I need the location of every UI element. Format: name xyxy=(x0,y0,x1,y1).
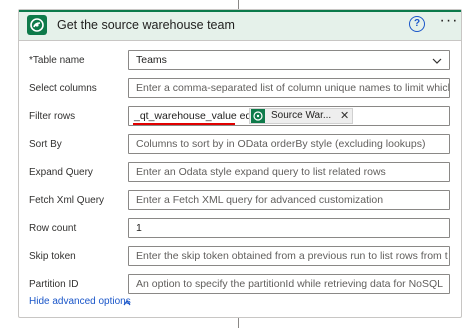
select-columns-input[interactable]: Enter a comma-separated list of column u… xyxy=(128,78,450,98)
header-accent-bar xyxy=(19,10,461,12)
field-row-partition-id: Partition ID An option to specify the pa… xyxy=(19,274,461,298)
expand-query-input[interactable]: Enter an Odata style expand query to lis… xyxy=(128,162,450,182)
field-label: Select columns xyxy=(29,83,97,94)
sort-by-input[interactable]: Columns to sort by in OData orderBy styl… xyxy=(128,134,450,154)
hide-advanced-options-link[interactable]: Hide advanced options xyxy=(29,296,131,307)
chevron-down-icon[interactable] xyxy=(431,55,443,67)
dynamic-content-token[interactable]: Source War... ✕ xyxy=(249,108,353,124)
more-options-icon[interactable]: ··· xyxy=(439,13,459,34)
field-label: Skip token xyxy=(29,251,76,262)
action-card: Get the source warehouse team ? ··· *Tab… xyxy=(18,9,462,318)
skip-token-input[interactable]: Enter the skip token obtained from a pre… xyxy=(128,246,450,266)
field-label: Fetch Xml Query xyxy=(29,195,105,206)
row-count-input[interactable]: 1 xyxy=(128,218,450,238)
chevron-up-icon xyxy=(123,300,131,306)
field-label: Partition ID xyxy=(29,279,79,290)
field-label-text: Table name xyxy=(32,55,85,66)
highlight-underline xyxy=(133,123,235,125)
field-row-filter-rows: Filter rows _qt_warehouse_value eq Sourc… xyxy=(19,106,461,130)
field-label: Row count xyxy=(29,223,77,234)
action-header[interactable]: Get the source warehouse team ? ··· xyxy=(19,10,461,41)
field-row-expand-query: Expand Query Enter an Odata style expand… xyxy=(19,162,461,186)
field-placeholder: Enter a Fetch XML query for advanced cus… xyxy=(136,194,384,206)
field-label: Expand Query xyxy=(29,167,93,178)
action-title[interactable]: Get the source warehouse team xyxy=(57,18,235,32)
field-label: *Table name xyxy=(29,55,85,66)
dataverse-logo-icon xyxy=(251,109,265,123)
flow-connector-top xyxy=(238,0,239,9)
field-row-row-count: Row count 1 xyxy=(19,218,461,242)
field-row-sort-by: Sort By Columns to sort by in OData orde… xyxy=(19,134,461,158)
filter-expression: _qt_warehouse_value eq xyxy=(134,110,252,122)
table-name-value: Teams xyxy=(136,54,167,66)
filter-rows-input[interactable]: _qt_warehouse_value eq Source War... ✕ xyxy=(128,106,450,126)
field-placeholder: Enter an Odata style expand query to lis… xyxy=(136,166,386,178)
partition-id-input[interactable]: An option to specify the partitionId whi… xyxy=(128,274,450,294)
field-row-fetch-xml-query: Fetch Xml Query Enter a Fetch XML query … xyxy=(19,190,461,214)
help-icon[interactable]: ? xyxy=(409,16,425,32)
field-placeholder: Columns to sort by in OData orderBy styl… xyxy=(136,138,426,150)
advanced-toggle-label: Hide advanced options xyxy=(29,296,131,307)
fetch-xml-query-input[interactable]: Enter a Fetch XML query for advanced cus… xyxy=(128,190,450,210)
field-placeholder: Enter the skip token obtained from a pre… xyxy=(136,250,448,262)
dataverse-logo-icon xyxy=(27,15,47,35)
field-row-skip-token: Skip token Enter the skip token obtained… xyxy=(19,246,461,270)
field-placeholder: An option to specify the partitionId whi… xyxy=(136,278,444,290)
field-placeholder: Enter a comma-separated list of column u… xyxy=(136,82,450,94)
field-label: Sort By xyxy=(29,139,62,150)
token-label: Source War... xyxy=(271,110,332,121)
table-name-dropdown[interactable]: Teams xyxy=(128,50,450,70)
field-label: Filter rows xyxy=(29,111,76,122)
flow-connector-bottom xyxy=(238,318,239,328)
row-count-value: 1 xyxy=(136,222,142,234)
close-icon[interactable]: ✕ xyxy=(340,109,349,122)
field-row-select-columns: Select columns Enter a comma-separated l… xyxy=(19,78,461,102)
field-row-table-name: *Table name Teams xyxy=(19,50,461,74)
